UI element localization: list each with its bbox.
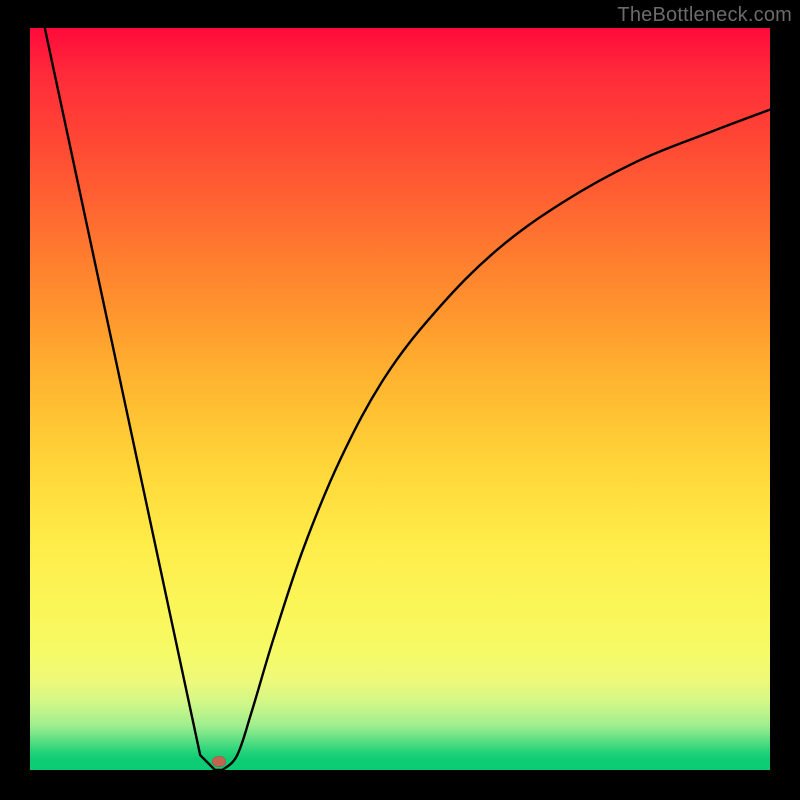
optimal-point-marker <box>212 756 226 767</box>
plot-area <box>30 28 770 770</box>
attribution-label: TheBottleneck.com <box>617 4 792 27</box>
chart-frame: TheBottleneck.com <box>0 0 800 800</box>
bottleneck-curve <box>30 28 770 770</box>
